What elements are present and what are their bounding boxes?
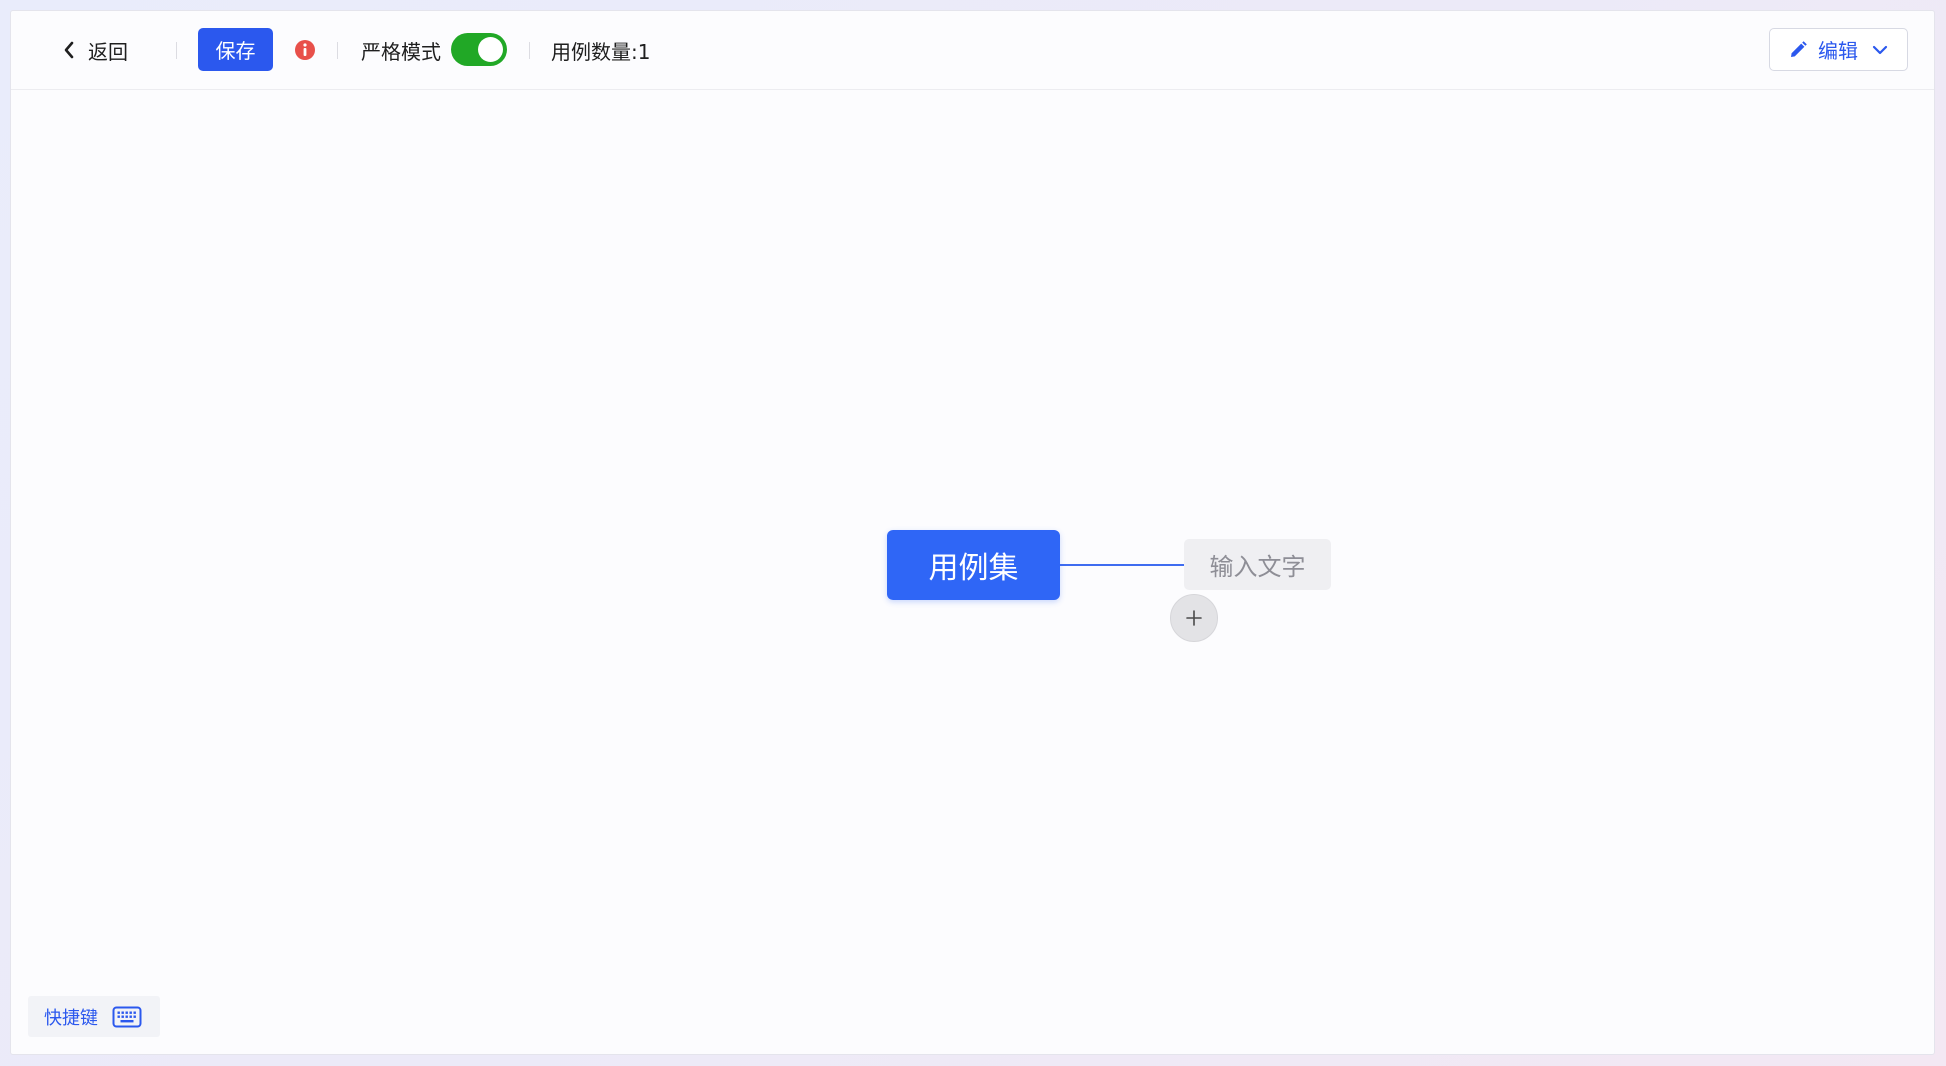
save-button[interactable]: 保存 <box>198 28 273 71</box>
strict-mode-toggle[interactable] <box>451 33 507 66</box>
divider <box>529 42 530 59</box>
divider <box>337 42 338 59</box>
mindmap-editor-window: 返回 保存 严格模式 用例数量:1 编辑 用例集 输入文字 快捷键 <box>11 11 1934 1054</box>
mindmap-canvas[interactable]: 用例集 输入文字 快捷键 <box>11 90 1934 1054</box>
node-connector <box>1060 564 1185 566</box>
toggle-knob <box>478 37 503 62</box>
shortcuts-label: 快捷键 <box>44 1007 98 1029</box>
case-count: 用例数量:1 <box>551 36 650 65</box>
divider <box>176 42 177 59</box>
add-node-button[interactable] <box>1170 594 1218 642</box>
save-label: 保存 <box>215 39 256 63</box>
plus-icon <box>1186 610 1202 626</box>
shortcuts-button[interactable]: 快捷键 <box>28 996 160 1037</box>
edit-label: 编辑 <box>1818 39 1858 63</box>
case-count-value: 1 <box>637 40 651 64</box>
strict-mode-label: 严格模式 <box>361 40 441 64</box>
root-node-label: 用例集 <box>928 551 1019 586</box>
chevron-left-icon <box>64 41 74 59</box>
back-button[interactable]: 返回 <box>63 37 128 64</box>
back-label: 返回 <box>88 39 128 64</box>
child-node-input[interactable]: 输入文字 <box>1184 539 1331 590</box>
child-node-placeholder: 输入文字 <box>1209 553 1306 581</box>
toolbar: 返回 保存 严格模式 用例数量:1 编辑 <box>11 11 1934 90</box>
edit-dropdown-button[interactable]: 编辑 <box>1769 28 1908 71</box>
pencil-icon <box>1791 40 1807 57</box>
info-circle-icon[interactable] <box>294 39 316 61</box>
chevron-down-icon <box>1872 45 1888 54</box>
case-count-label: 用例数量: <box>551 40 638 64</box>
keyboard-icon <box>112 1006 142 1027</box>
root-node[interactable]: 用例集 <box>887 530 1060 600</box>
